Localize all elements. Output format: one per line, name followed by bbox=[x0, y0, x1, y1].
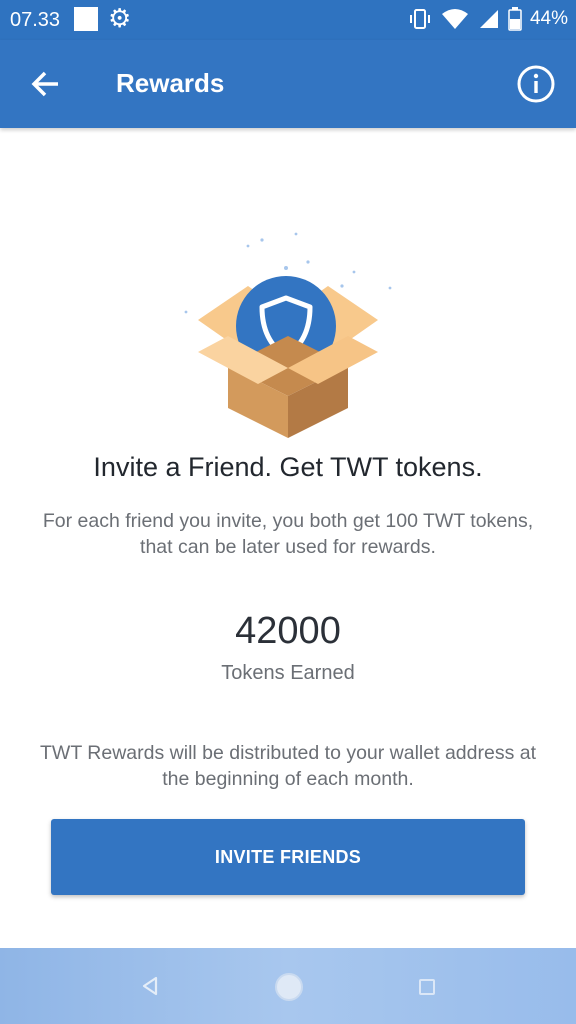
info-button[interactable] bbox=[516, 64, 556, 104]
invite-friends-button[interactable]: INVITE FRIENDS bbox=[51, 819, 525, 895]
info-circle-icon bbox=[517, 65, 555, 103]
tokens-label: Tokens Earned bbox=[221, 662, 355, 684]
signal-icon bbox=[479, 10, 498, 28]
back-button[interactable] bbox=[26, 64, 66, 104]
distribution-notice: TWT Rewards will be distributed to your … bbox=[40, 742, 537, 790]
nav-home-icon[interactable] bbox=[275, 973, 303, 1001]
arrow-left-icon bbox=[31, 71, 58, 97]
headline: Invite a Friend. Get TWT tokens. bbox=[93, 452, 483, 482]
vibrate-icon bbox=[409, 9, 430, 29]
battery-icon bbox=[508, 7, 522, 31]
status-bar: 07.33 ⚙ 44% bbox=[0, 0, 576, 40]
app-bar: Rewards bbox=[0, 40, 576, 128]
nav-back-icon[interactable] bbox=[138, 974, 162, 998]
nav-recent-icon[interactable] bbox=[419, 979, 435, 995]
description-text: For each friend you invite, you both get… bbox=[42, 510, 534, 558]
status-right-group: 44% bbox=[408, 6, 568, 32]
battery-percent: 44% bbox=[529, 8, 568, 29]
tokens-count: 42000 bbox=[235, 610, 341, 652]
page-title: Rewards bbox=[116, 68, 225, 98]
wifi-icon bbox=[441, 9, 468, 29]
gear-icon: ⚙ bbox=[108, 3, 132, 33]
status-time: 07.33 bbox=[10, 9, 61, 31]
gift-box-shield-icon bbox=[184, 232, 392, 438]
system-nav-bar bbox=[0, 948, 576, 1024]
notification-square-icon bbox=[74, 7, 98, 31]
gift-box-illustration bbox=[178, 228, 398, 440]
